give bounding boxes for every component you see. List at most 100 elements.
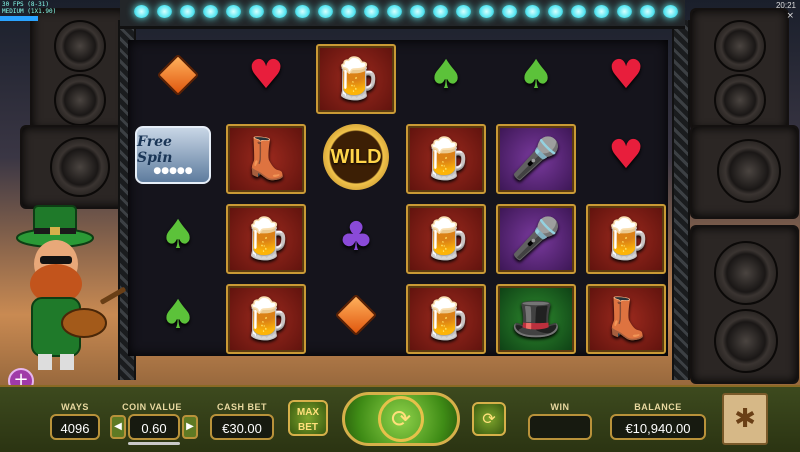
win-value xyxy=(528,414,592,440)
coin-value: 0.60 xyxy=(128,414,180,440)
stage-light xyxy=(272,5,287,18)
reel-symbol-heart: ♥ xyxy=(226,40,306,110)
fps-bar xyxy=(0,16,38,21)
reel-symbol-hat-coins: 🎩 xyxy=(496,284,576,354)
amp-knobs: ●●●●● xyxy=(153,166,193,176)
speaker-cone xyxy=(50,137,110,197)
stage-light xyxy=(203,5,218,18)
stage-light xyxy=(134,5,149,18)
reel-symbol-beer: 🍺 xyxy=(406,124,486,194)
coin-value-slider[interactable] xyxy=(128,442,180,445)
balance-value: €10,940.00 xyxy=(610,414,706,440)
reel-symbol-boots: 👢 xyxy=(226,124,306,194)
stage-light xyxy=(548,5,563,18)
reel-symbol-spade: ♠ xyxy=(406,40,486,110)
stage-light xyxy=(433,5,448,18)
beer-mug-icon: 🍺 xyxy=(421,216,471,262)
stage-light xyxy=(456,5,471,18)
diamond-icon xyxy=(334,293,378,337)
heart-icon: ♥ xyxy=(608,132,644,178)
stage-light xyxy=(594,5,609,18)
reel-grid: Free Spin ●●●●● ♠ ♠ ♥ 👢 🍺 🍺 🍺 WILD ♣ ♠ 🍺… xyxy=(128,40,668,356)
stage-light xyxy=(341,5,356,18)
stage-light xyxy=(410,5,425,18)
beer-mug-icon: 🍺 xyxy=(601,216,651,262)
spade-icon: ♠ xyxy=(160,212,196,258)
free-spin-icon: Free Spin ●●●●● xyxy=(135,126,211,184)
beer-mug-icon: 🍺 xyxy=(331,56,381,102)
stage-light xyxy=(180,5,195,18)
beer-mug-icon: 🍺 xyxy=(421,296,471,342)
fps-line-1: 30 FPS (8-31) xyxy=(2,1,49,8)
reel-symbol-beer: 🍺 xyxy=(586,204,666,274)
ways-value: 4096 xyxy=(50,414,100,440)
stage-light xyxy=(479,5,494,18)
reel-symbol-boots: 👢 xyxy=(586,284,666,354)
microphone-icon: 🎤 xyxy=(511,136,561,182)
stage-light xyxy=(364,5,379,18)
speaker-cone xyxy=(714,20,766,72)
reel-symbol-spade: ♠ xyxy=(138,200,218,270)
spin-icon: ⟳ xyxy=(378,396,424,442)
stage-light xyxy=(640,5,655,18)
reel-symbol-beer: 🍺 xyxy=(226,204,306,274)
max-bet-button[interactable]: MAX BET xyxy=(288,400,328,436)
stage-light xyxy=(295,5,310,18)
autoplay-button[interactable]: ⟳ xyxy=(472,402,506,436)
leprechaun-hat-icon: 🎩 xyxy=(511,296,561,342)
boots-icon: 👢 xyxy=(601,296,651,342)
fps-line-2: MEDIUM (1X1.90) xyxy=(2,8,57,15)
reel-symbol-wild: WILD xyxy=(316,122,396,192)
right-speaker-mid xyxy=(690,125,799,219)
coin-value-decrease-button[interactable]: ◀ xyxy=(110,415,126,439)
max-bet-label-2: BET xyxy=(298,422,318,433)
stage-light xyxy=(617,5,632,18)
stage-light xyxy=(226,5,241,18)
reel-symbol-microphone: 🎤 xyxy=(496,124,576,194)
spade-icon: ♠ xyxy=(428,52,464,98)
reel-symbol-heart: ♥ xyxy=(586,40,666,110)
reel-symbol-diamond xyxy=(138,40,218,110)
reel-symbol-beer: 🍺 xyxy=(406,284,486,354)
diamond-icon xyxy=(156,53,200,97)
stage-light xyxy=(502,5,517,18)
boots-icon: 👢 xyxy=(241,136,291,182)
reel-symbol-diamond xyxy=(316,280,396,350)
stage-light xyxy=(571,5,586,18)
speaker-cone xyxy=(717,139,781,203)
speaker-cone xyxy=(54,74,106,126)
speaker-cone xyxy=(714,74,766,126)
spin-button[interactable]: ⟳ xyxy=(342,392,460,446)
speaker-cone xyxy=(54,20,106,72)
leprechaun-character xyxy=(16,205,126,370)
stage-light xyxy=(249,5,264,18)
reel-symbol-club: ♣ xyxy=(316,202,396,272)
stage-light xyxy=(157,5,172,18)
heart-icon: ♥ xyxy=(608,52,644,98)
ways-label: WAYS xyxy=(61,402,89,412)
reel-symbol-free-spin: Free Spin ●●●●● xyxy=(133,120,213,190)
stage-light xyxy=(663,5,678,18)
stage-light xyxy=(525,5,540,18)
close-icon[interactable]: × xyxy=(786,11,794,21)
stage-light xyxy=(318,5,333,18)
coin-value-increase-button[interactable]: ▶ xyxy=(182,415,198,439)
fps-debug-readout: 30 FPS (8-31) MEDIUM (1X1.90) xyxy=(2,1,56,15)
free-spin-label: Free Spin xyxy=(137,134,173,166)
right-speaker-top xyxy=(690,8,789,132)
reel-symbol-beer: 🍺 xyxy=(316,44,396,114)
game-menu-button[interactable]: ✱ xyxy=(722,393,768,445)
stage-light xyxy=(387,5,402,18)
cash-bet-label: CASH BET xyxy=(216,402,267,412)
beer-mug-icon: 🍺 xyxy=(421,136,471,182)
heart-icon: ♥ xyxy=(248,52,284,98)
microphone-icon: 🎤 xyxy=(511,216,561,262)
reel-symbol-heart: ♥ xyxy=(586,120,666,190)
wild-icon: WILD xyxy=(323,124,389,190)
spade-icon: ♠ xyxy=(160,292,196,338)
max-bet-label-1: MAX xyxy=(296,407,320,418)
speaker-cone xyxy=(714,309,778,373)
left-speaker-bottom xyxy=(20,125,129,209)
beer-mug-icon: 🍺 xyxy=(241,216,291,262)
wild-label: WILD xyxy=(330,145,382,168)
